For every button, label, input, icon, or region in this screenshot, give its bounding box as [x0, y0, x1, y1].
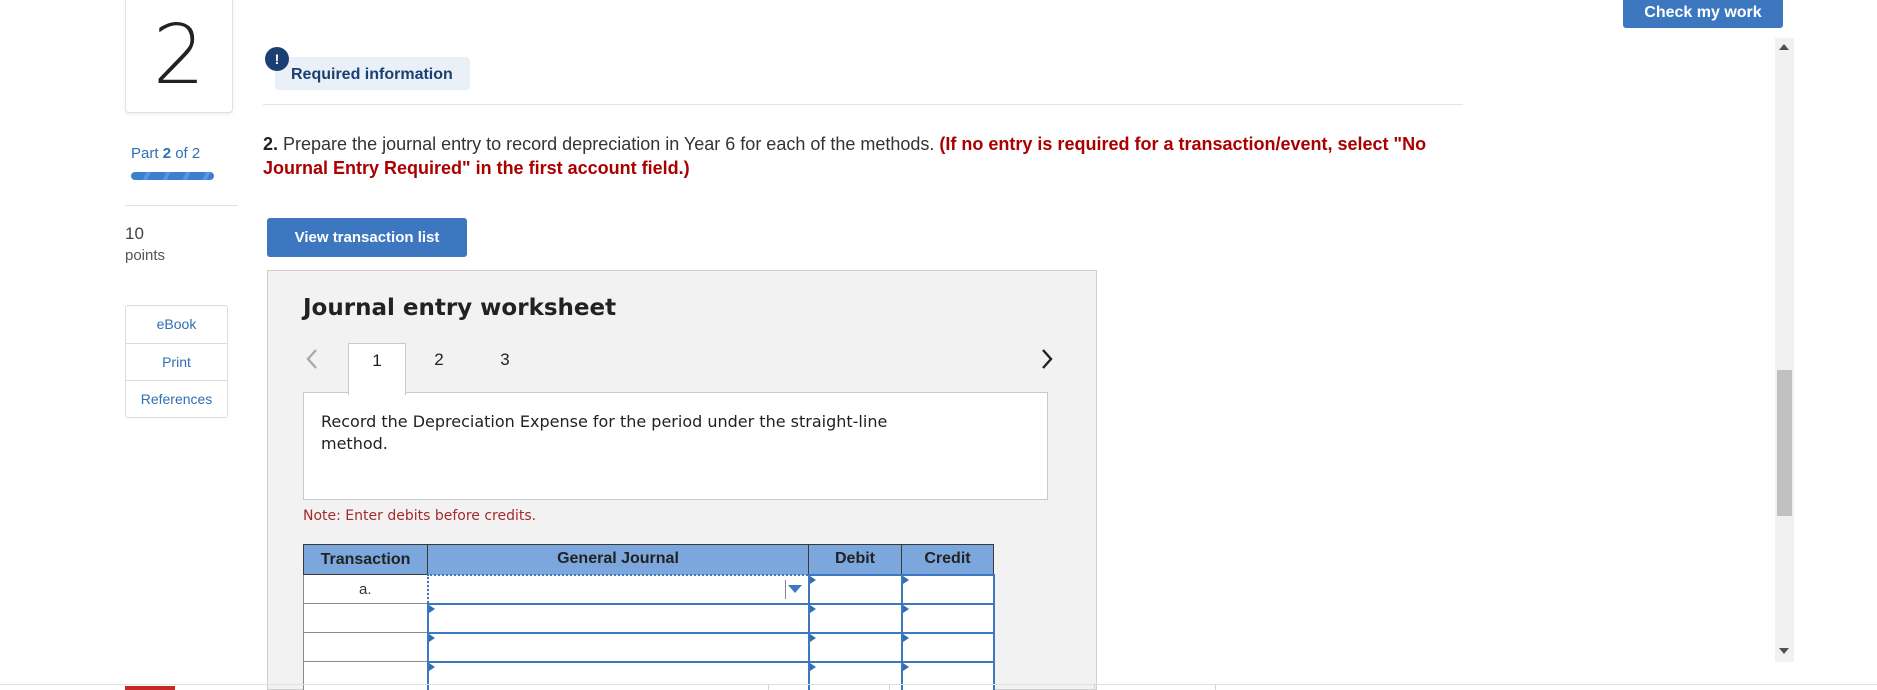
entry-description-box: Record the Depreciation Expense for the …: [303, 392, 1048, 500]
cell-marker-icon: [902, 575, 909, 584]
credit-input[interactable]: [900, 660, 995, 690]
print-link[interactable]: Print: [126, 343, 227, 380]
chevron-left-icon[interactable]: [305, 347, 329, 371]
rail-divider: [125, 205, 238, 206]
part-progress-bar: [131, 172, 214, 180]
required-information-label: Required information: [275, 57, 470, 90]
view-transaction-list-button[interactable]: View transaction list: [267, 218, 467, 257]
header-credit: Credit: [901, 544, 994, 575]
worksheet-title: Journal entry worksheet: [303, 295, 617, 321]
vertical-scrollbar[interactable]: [1775, 38, 1794, 662]
cell-marker-icon: [428, 662, 435, 671]
account-select[interactable]: [426, 602, 810, 634]
transaction-cell: a.: [303, 574, 428, 604]
header-transaction: Transaction: [303, 544, 428, 575]
tab-1[interactable]: 1: [348, 343, 406, 395]
credit-input[interactable]: [900, 602, 995, 634]
cell-marker-icon: [428, 633, 435, 642]
cell-marker-icon: [809, 633, 816, 642]
section-divider: [263, 104, 1463, 105]
cell-marker-icon: [902, 604, 909, 613]
points-label: points: [125, 247, 166, 264]
chevron-right-icon[interactable]: [1040, 347, 1064, 371]
credit-input[interactable]: [900, 573, 995, 605]
points-value: 10: [125, 224, 144, 243]
bottom-divider: [0, 684, 1877, 685]
table-row: a.: [303, 573, 995, 605]
debits-note: Note: Enter debits before credits.: [303, 508, 537, 524]
debit-input[interactable]: [807, 660, 903, 690]
resource-links: eBook Print References: [125, 305, 228, 418]
cell-marker-icon: [902, 633, 909, 642]
part-suffix: of 2: [175, 145, 201, 162]
credit-input[interactable]: [900, 631, 995, 663]
chevron-down-icon[interactable]: [787, 584, 802, 593]
alert-icon: !: [265, 47, 289, 71]
bottom-separator: [889, 684, 890, 690]
debit-input[interactable]: [807, 573, 903, 605]
cell-marker-icon: [809, 604, 816, 613]
check-my-work-button[interactable]: Check my work: [1623, 0, 1783, 28]
tab-2[interactable]: 2: [410, 343, 468, 387]
bottom-progress-marker: [125, 686, 175, 690]
debit-input[interactable]: [807, 631, 903, 663]
question-prompt: 2. Prepare the journal entry to record d…: [263, 132, 1463, 180]
dropdown-separator: [784, 579, 786, 599]
question-number: 2: [152, 8, 206, 103]
scroll-down-arrow-icon[interactable]: [1779, 648, 1789, 654]
table-row: [303, 660, 995, 690]
table-row: [303, 602, 995, 634]
references-link[interactable]: References: [126, 380, 227, 417]
header-general-journal: General Journal: [427, 544, 809, 575]
ebook-link[interactable]: eBook: [126, 306, 227, 343]
prompt-text: Prepare the journal entry to record depr…: [278, 134, 940, 154]
cell-marker-icon: [809, 662, 816, 671]
scroll-up-arrow-icon[interactable]: [1779, 44, 1789, 50]
bottom-separator: [1094, 684, 1095, 690]
part-current: 2: [162, 145, 172, 162]
cell-marker-icon: [428, 604, 435, 613]
prompt-number: 2.: [263, 134, 279, 154]
question-number-card: 2: [125, 0, 233, 113]
header-debit: Debit: [808, 544, 902, 575]
bottom-separator: [768, 684, 769, 690]
transaction-cell: [303, 632, 428, 662]
scrollbar-thumb[interactable]: [1777, 370, 1792, 516]
journal-table: Transaction General Journal Debit Credit…: [303, 544, 995, 690]
transaction-cell: [303, 603, 428, 633]
journal-entry-worksheet: Journal entry worksheet 1 2 3 Record the…: [267, 270, 1097, 690]
cell-marker-icon: [902, 662, 909, 671]
part-indicator: Part 2 of 2: [131, 145, 200, 162]
entry-description: Record the Depreciation Expense for the …: [321, 412, 888, 453]
table-row: [303, 631, 995, 663]
transaction-cell: [303, 661, 428, 690]
tab-3[interactable]: 3: [476, 343, 534, 387]
account-select[interactable]: [426, 660, 810, 690]
account-select[interactable]: [426, 631, 810, 663]
debit-input[interactable]: [807, 602, 903, 634]
part-prefix: Part: [131, 145, 159, 162]
bottom-separator: [1215, 684, 1216, 690]
cell-marker-icon: [809, 575, 816, 584]
account-select[interactable]: [426, 573, 810, 605]
